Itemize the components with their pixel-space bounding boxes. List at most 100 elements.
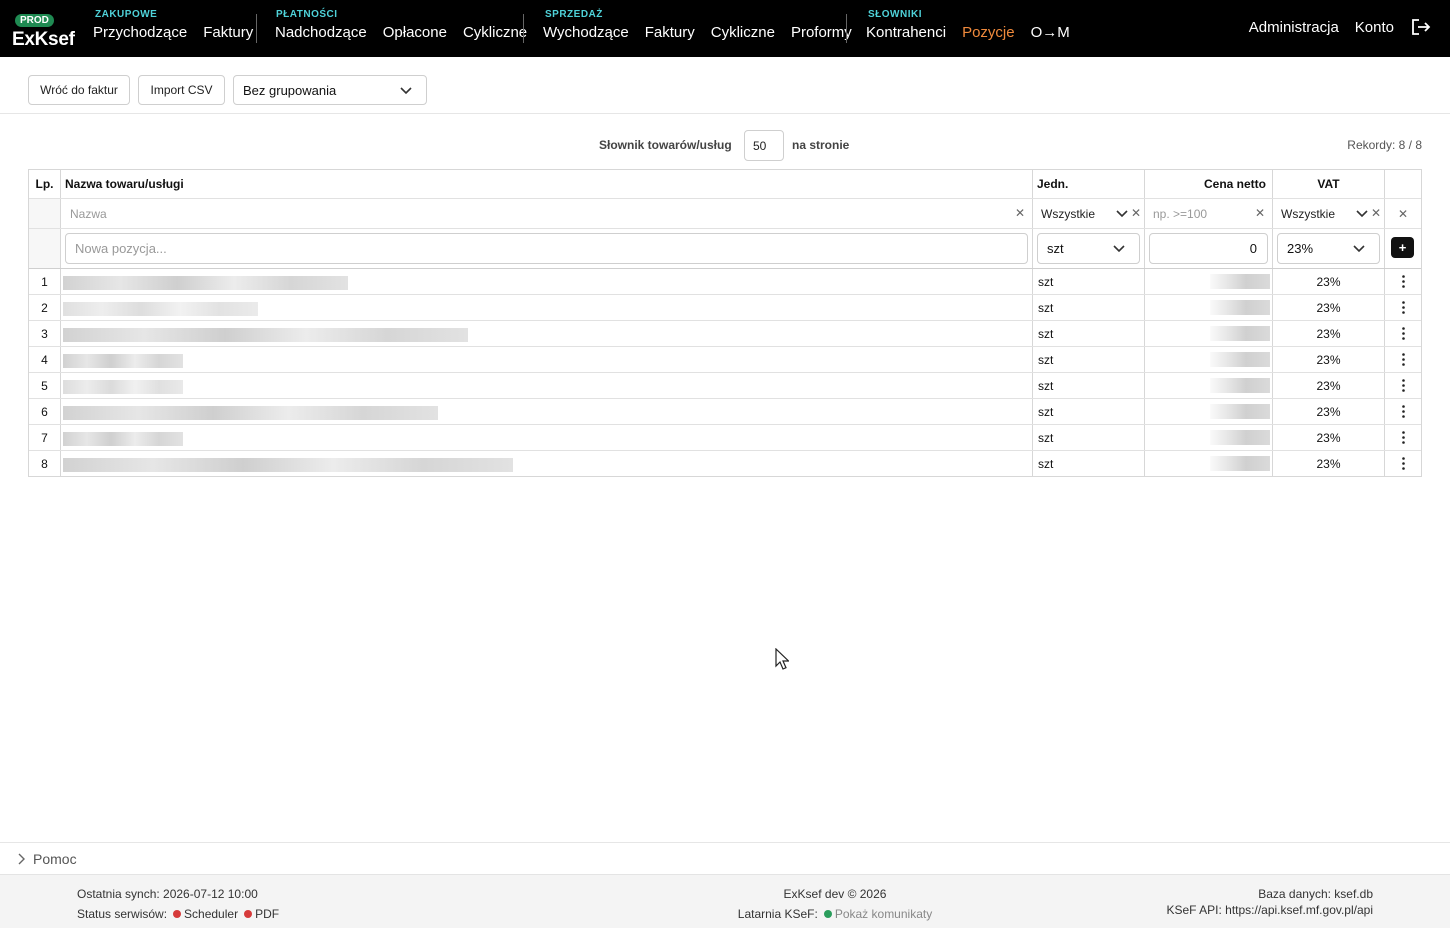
row-name[interactable]	[61, 399, 1033, 424]
nav-item-administracja[interactable]: Administracja	[1249, 19, 1339, 36]
nav-item-oplacone[interactable]: Opłacone	[383, 24, 447, 41]
header-price[interactable]: Cena netto	[1145, 170, 1273, 198]
row-lp: 5	[29, 373, 61, 398]
table-row[interactable]: 1 szt 23%	[29, 269, 1421, 295]
row-name[interactable]	[61, 373, 1033, 398]
records-count: Rekordy: 8 / 8	[1347, 138, 1422, 152]
row-name[interactable]	[61, 451, 1033, 476]
add-item-button[interactable]: +	[1391, 237, 1414, 258]
redacted-name	[63, 406, 438, 420]
table-row[interactable]: 3 szt 23%	[29, 321, 1421, 347]
row-unit: szt	[1033, 425, 1145, 450]
row-menu[interactable]	[1385, 451, 1421, 476]
new-item-price-input[interactable]: 0	[1149, 233, 1268, 264]
row-menu[interactable]	[1385, 347, 1421, 372]
per-page-input[interactable]: 50	[744, 130, 784, 161]
more-vertical-icon[interactable]	[1401, 327, 1405, 340]
nav-item-proformy[interactable]: Proformy	[791, 24, 852, 41]
row-price	[1145, 321, 1273, 346]
clear-all-filters[interactable]: ✕	[1385, 199, 1421, 228]
redacted-price	[1210, 352, 1270, 367]
row-menu[interactable]	[1385, 373, 1421, 398]
row-menu[interactable]	[1385, 295, 1421, 320]
nav-item-przychodzace[interactable]: Przychodzące	[93, 24, 187, 41]
redacted-price	[1210, 300, 1270, 315]
new-item-name-input[interactable]: Nowa pozycja...	[65, 233, 1028, 264]
nav-item-pozycje[interactable]: Pozycje	[962, 24, 1015, 41]
help-toggle[interactable]: Pomoc	[33, 851, 77, 867]
new-item-unit-select[interactable]: szt	[1037, 233, 1140, 264]
nav-item-o-m[interactable]: O→M	[1031, 24, 1070, 41]
help-section[interactable]: Pomoc	[0, 842, 1450, 874]
table-row[interactable]: 4 szt 23%	[29, 347, 1421, 373]
row-lp: 8	[29, 451, 61, 476]
price-filter-placeholder: np. >=100	[1153, 206, 1208, 221]
price-filter-input[interactable]: np. >=100 ✕	[1145, 199, 1273, 228]
header-vat[interactable]: VAT	[1273, 170, 1385, 198]
more-vertical-icon[interactable]	[1401, 457, 1405, 470]
new-row-vat-cell: 23%	[1273, 229, 1385, 268]
header-lp[interactable]: Lp.	[29, 170, 61, 198]
header-name[interactable]: Nazwa towaru/usługi	[61, 170, 1033, 198]
chevron-down-icon	[1113, 245, 1125, 253]
nav-item-faktury-zakupowe[interactable]: Faktury	[203, 24, 253, 41]
nav-item-cykliczne-sprzedaz[interactable]: Cykliczne	[711, 24, 775, 41]
mouse-cursor-icon	[775, 648, 789, 670]
import-csv-button[interactable]: Import CSV	[138, 75, 225, 105]
nav-item-nadchodzace[interactable]: Nadchodzące	[275, 24, 367, 41]
show-messages-link[interactable]: Pokaż komunikaty	[835, 907, 932, 921]
nav-item-wychodzace[interactable]: Wychodzące	[543, 24, 629, 41]
more-vertical-icon[interactable]	[1401, 405, 1405, 418]
row-menu[interactable]	[1385, 399, 1421, 424]
more-vertical-icon[interactable]	[1401, 353, 1405, 366]
more-vertical-icon[interactable]	[1401, 431, 1405, 444]
header-unit[interactable]: Jedn.	[1033, 170, 1145, 198]
new-item-price-value: 0	[1249, 241, 1257, 256]
header-actions	[1385, 170, 1421, 198]
back-to-invoices-button[interactable]: Wróć do faktur	[28, 75, 130, 105]
nav-item-kontrahenci[interactable]: Kontrahenci	[866, 24, 946, 41]
row-price	[1145, 373, 1273, 398]
nav-item-cykliczne-platnosci[interactable]: Cykliczne	[463, 24, 527, 41]
grouping-select[interactable]: Bez grupowania	[233, 75, 427, 105]
table-row[interactable]: 2 szt 23%	[29, 295, 1421, 321]
name-filter-input[interactable]: Nazwa ✕	[61, 199, 1033, 228]
more-vertical-icon[interactable]	[1401, 275, 1405, 288]
row-vat: 23%	[1273, 399, 1385, 424]
nav-item-faktury-sprzedaz[interactable]: Faktury	[645, 24, 695, 41]
row-menu[interactable]	[1385, 269, 1421, 294]
row-name[interactable]	[61, 347, 1033, 372]
clear-name-filter-icon[interactable]: ✕	[1015, 206, 1025, 220]
redacted-name	[63, 354, 183, 368]
table-row[interactable]: 7 szt 23%	[29, 425, 1421, 451]
row-unit: szt	[1033, 347, 1145, 372]
row-name[interactable]	[61, 295, 1033, 320]
unit-filter-select[interactable]: Wszystkie ✕	[1033, 199, 1145, 228]
more-vertical-icon[interactable]	[1401, 301, 1405, 314]
vat-filter-select[interactable]: Wszystkie ✕	[1273, 199, 1385, 228]
filter-row: Nazwa ✕ Wszystkie ✕ np. >=100 ✕ Wszystki…	[29, 199, 1421, 229]
row-name[interactable]	[61, 425, 1033, 450]
table-row[interactable]: 8 szt 23%	[29, 451, 1421, 476]
brand[interactable]: PROD ExKsef	[12, 10, 78, 51]
clear-price-filter-icon[interactable]: ✕	[1255, 206, 1265, 220]
clear-all-filters-icon[interactable]: ✕	[1398, 207, 1408, 221]
table-row[interactable]: 6 szt 23%	[29, 399, 1421, 425]
redacted-price	[1210, 404, 1270, 419]
more-vertical-icon[interactable]	[1401, 379, 1405, 392]
clear-unit-filter-icon[interactable]: ✕	[1131, 206, 1141, 220]
nav-item-konto[interactable]: Konto	[1355, 19, 1394, 36]
row-name[interactable]	[61, 321, 1033, 346]
row-name[interactable]	[61, 269, 1033, 294]
clear-vat-filter-icon[interactable]: ✕	[1371, 206, 1381, 220]
row-menu[interactable]	[1385, 425, 1421, 450]
row-menu[interactable]	[1385, 321, 1421, 346]
row-price	[1145, 425, 1273, 450]
table-row[interactable]: 5 szt 23%	[29, 373, 1421, 399]
row-unit: szt	[1033, 321, 1145, 346]
chevron-down-icon	[1356, 210, 1368, 218]
redacted-price	[1210, 274, 1270, 289]
latarnia-label: Latarnia KSeF:	[737, 907, 818, 921]
logout-icon[interactable]	[1410, 18, 1432, 36]
new-item-vat-select[interactable]: 23%	[1277, 233, 1380, 264]
